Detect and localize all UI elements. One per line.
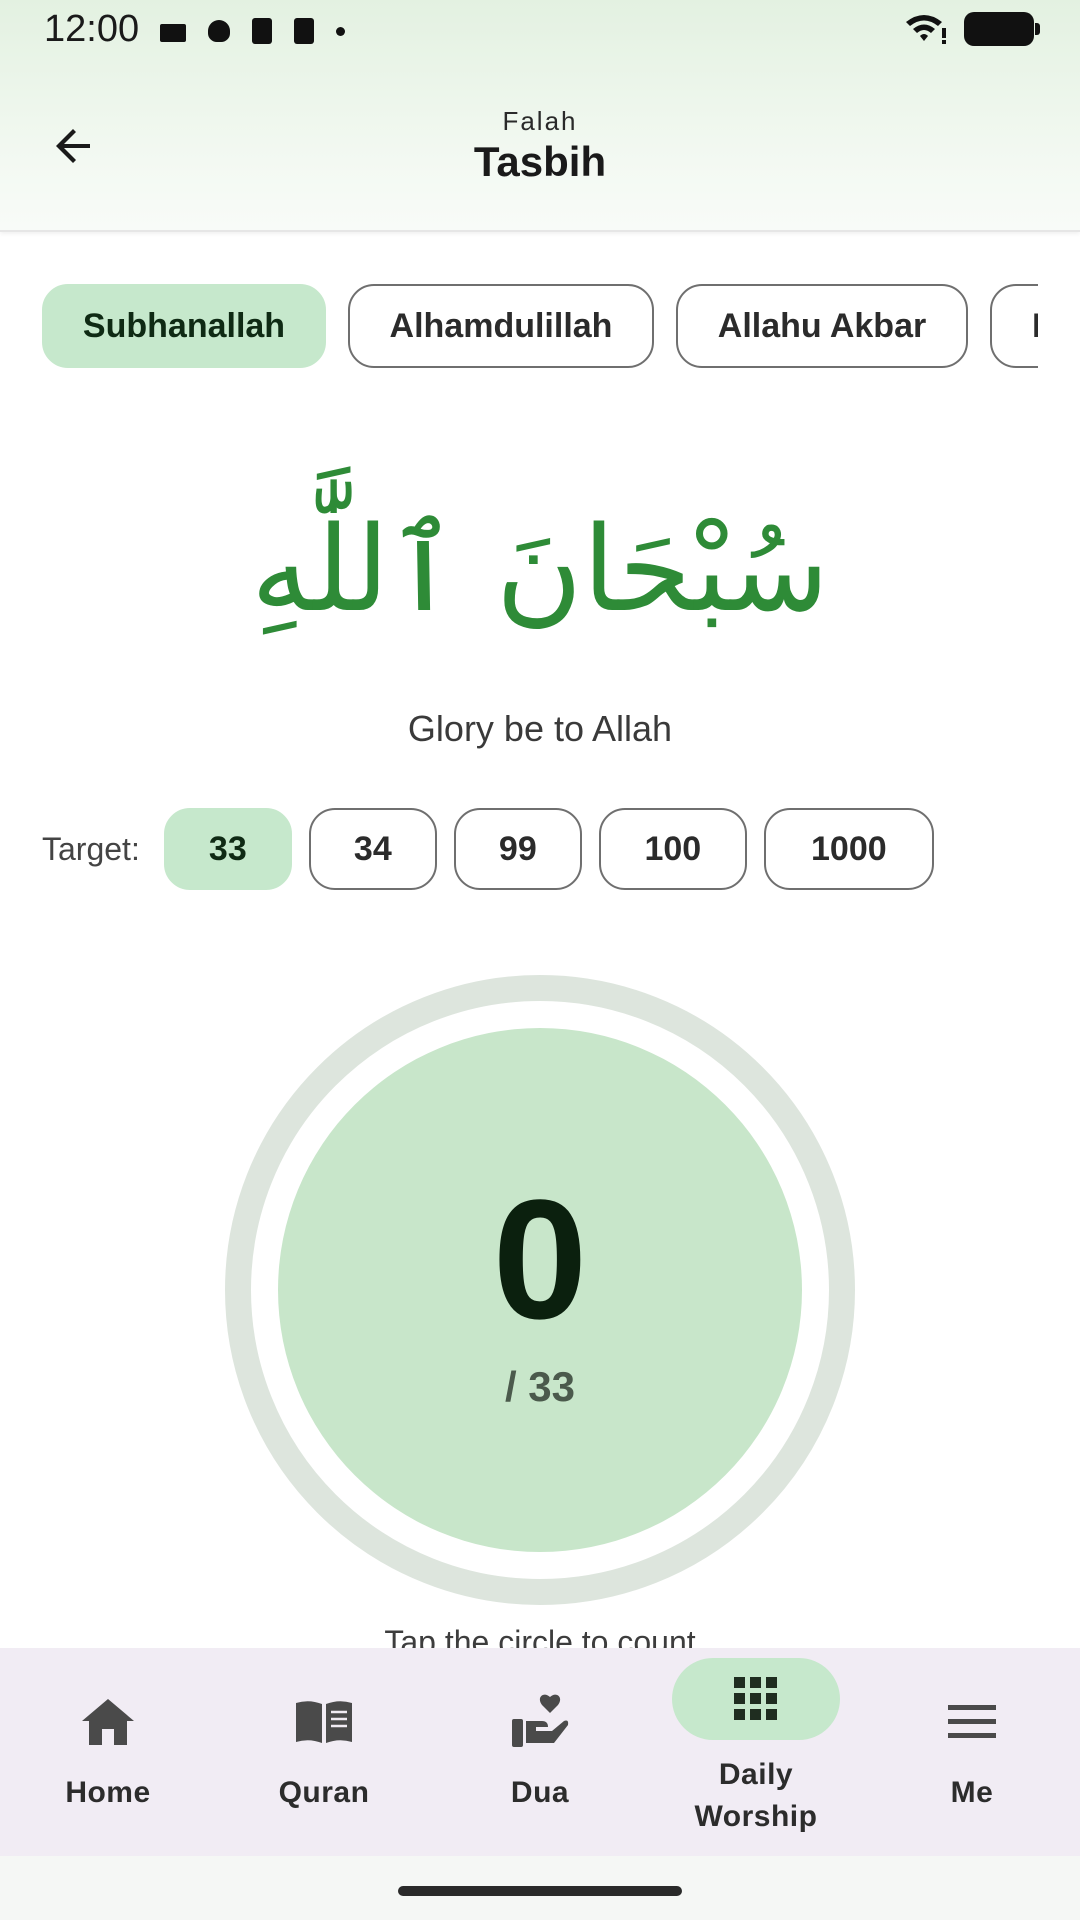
bug-icon xyxy=(208,20,230,42)
battery-icon xyxy=(964,12,1040,46)
gesture-handle[interactable] xyxy=(398,1886,682,1896)
count-target: / 33 xyxy=(504,1363,576,1410)
dhikr-chip-row[interactable]: Subhanallah Alhamdulillah Allahu Akbar L… xyxy=(42,284,1038,368)
app-name: Falah xyxy=(502,106,578,136)
target-label: Target: xyxy=(42,830,140,867)
count-value: 0 xyxy=(492,1165,588,1355)
clipboard-icon xyxy=(252,18,272,44)
card-icon xyxy=(160,24,186,42)
nav-me[interactable]: Me xyxy=(864,1648,1080,1856)
bottom-navigation: Home Quran Dua Daily Worship Me xyxy=(0,1648,1080,1856)
target-option-100[interactable]: 100 xyxy=(598,808,747,890)
wifi-icon xyxy=(906,15,946,44)
dhikr-translation: Glory be to Allah xyxy=(407,708,673,749)
status-notification-icons xyxy=(160,18,345,44)
page-title: Tasbih xyxy=(473,138,607,185)
chip-allahu-akbar[interactable]: Allahu Akbar xyxy=(676,284,968,368)
dhikr-arabic-text: سُبْحَانَ ٱللَّٰهِ xyxy=(250,500,830,638)
status-system-icons xyxy=(904,12,1040,46)
nav-label-dua: Dua xyxy=(510,1776,570,1809)
dot-icon xyxy=(336,26,345,36)
grid-icon xyxy=(716,1671,796,1727)
tasbih-counter[interactable]: 0 / 33 xyxy=(225,975,855,1605)
target-option-99[interactable]: 99 xyxy=(453,808,582,890)
app-bar: Falah Tasbih xyxy=(0,60,1080,232)
clipboard-icon xyxy=(294,18,314,44)
nav-dua[interactable]: Dua xyxy=(432,1648,648,1856)
nav-daily-worship[interactable]: Daily Worship xyxy=(648,1648,864,1856)
chip-alhamdulillah[interactable]: Alhamdulillah xyxy=(348,284,654,368)
menu-icon xyxy=(932,1694,1012,1750)
target-option-1000[interactable]: 1000 xyxy=(763,808,934,890)
chip-la-ilaha-illallah[interactable]: La ilaha illallah xyxy=(990,284,1038,368)
status-bar: 12:00 xyxy=(0,0,1080,60)
book-icon xyxy=(284,1694,364,1750)
hand-heart-icon xyxy=(500,1694,580,1750)
nav-home[interactable]: Home xyxy=(0,1648,216,1856)
nav-label-quran: Quran xyxy=(278,1776,370,1809)
target-selector: Target: 33 34 99 100 1000 xyxy=(42,808,951,890)
chip-subhanallah[interactable]: Subhanallah xyxy=(42,284,326,368)
status-time: 12:00 xyxy=(44,8,140,50)
target-option-34[interactable]: 34 xyxy=(308,808,437,890)
nav-label-me: Me xyxy=(950,1776,994,1809)
target-option-33[interactable]: 33 xyxy=(163,808,292,890)
nav-label-home: Home xyxy=(65,1776,151,1809)
home-icon xyxy=(68,1694,148,1750)
nav-label-daily-worship: Daily Worship xyxy=(694,1758,818,1833)
nav-quran[interactable]: Quran xyxy=(216,1648,432,1856)
gesture-area xyxy=(0,1856,1080,1920)
